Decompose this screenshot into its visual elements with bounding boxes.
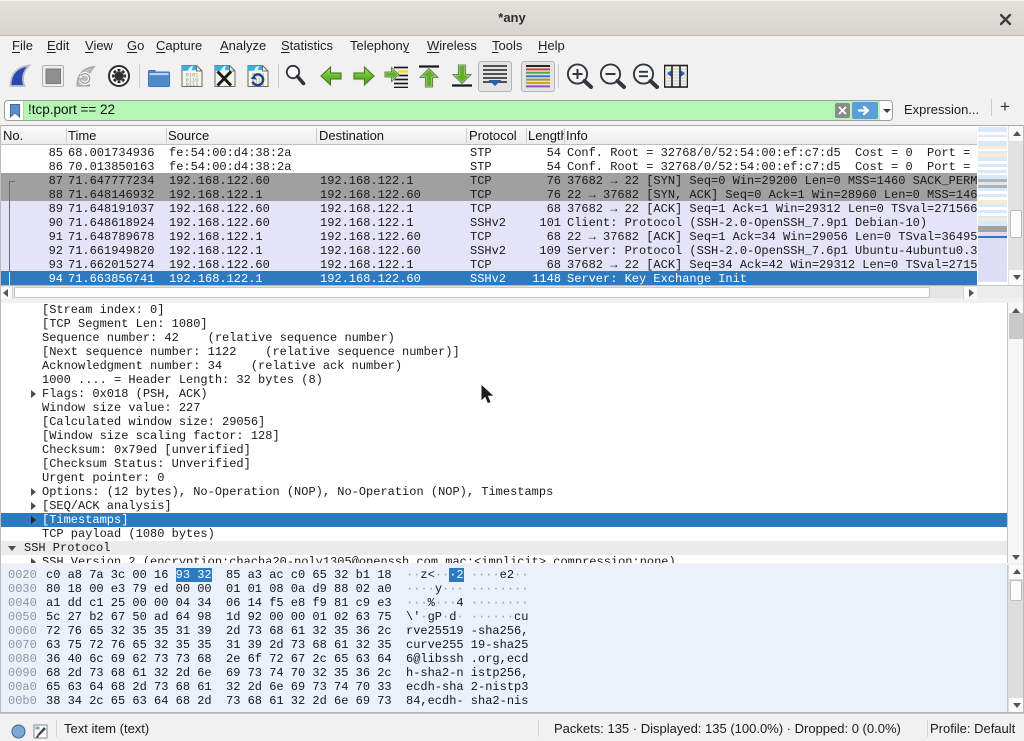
svg-text:0111: 0111 bbox=[186, 82, 199, 88]
